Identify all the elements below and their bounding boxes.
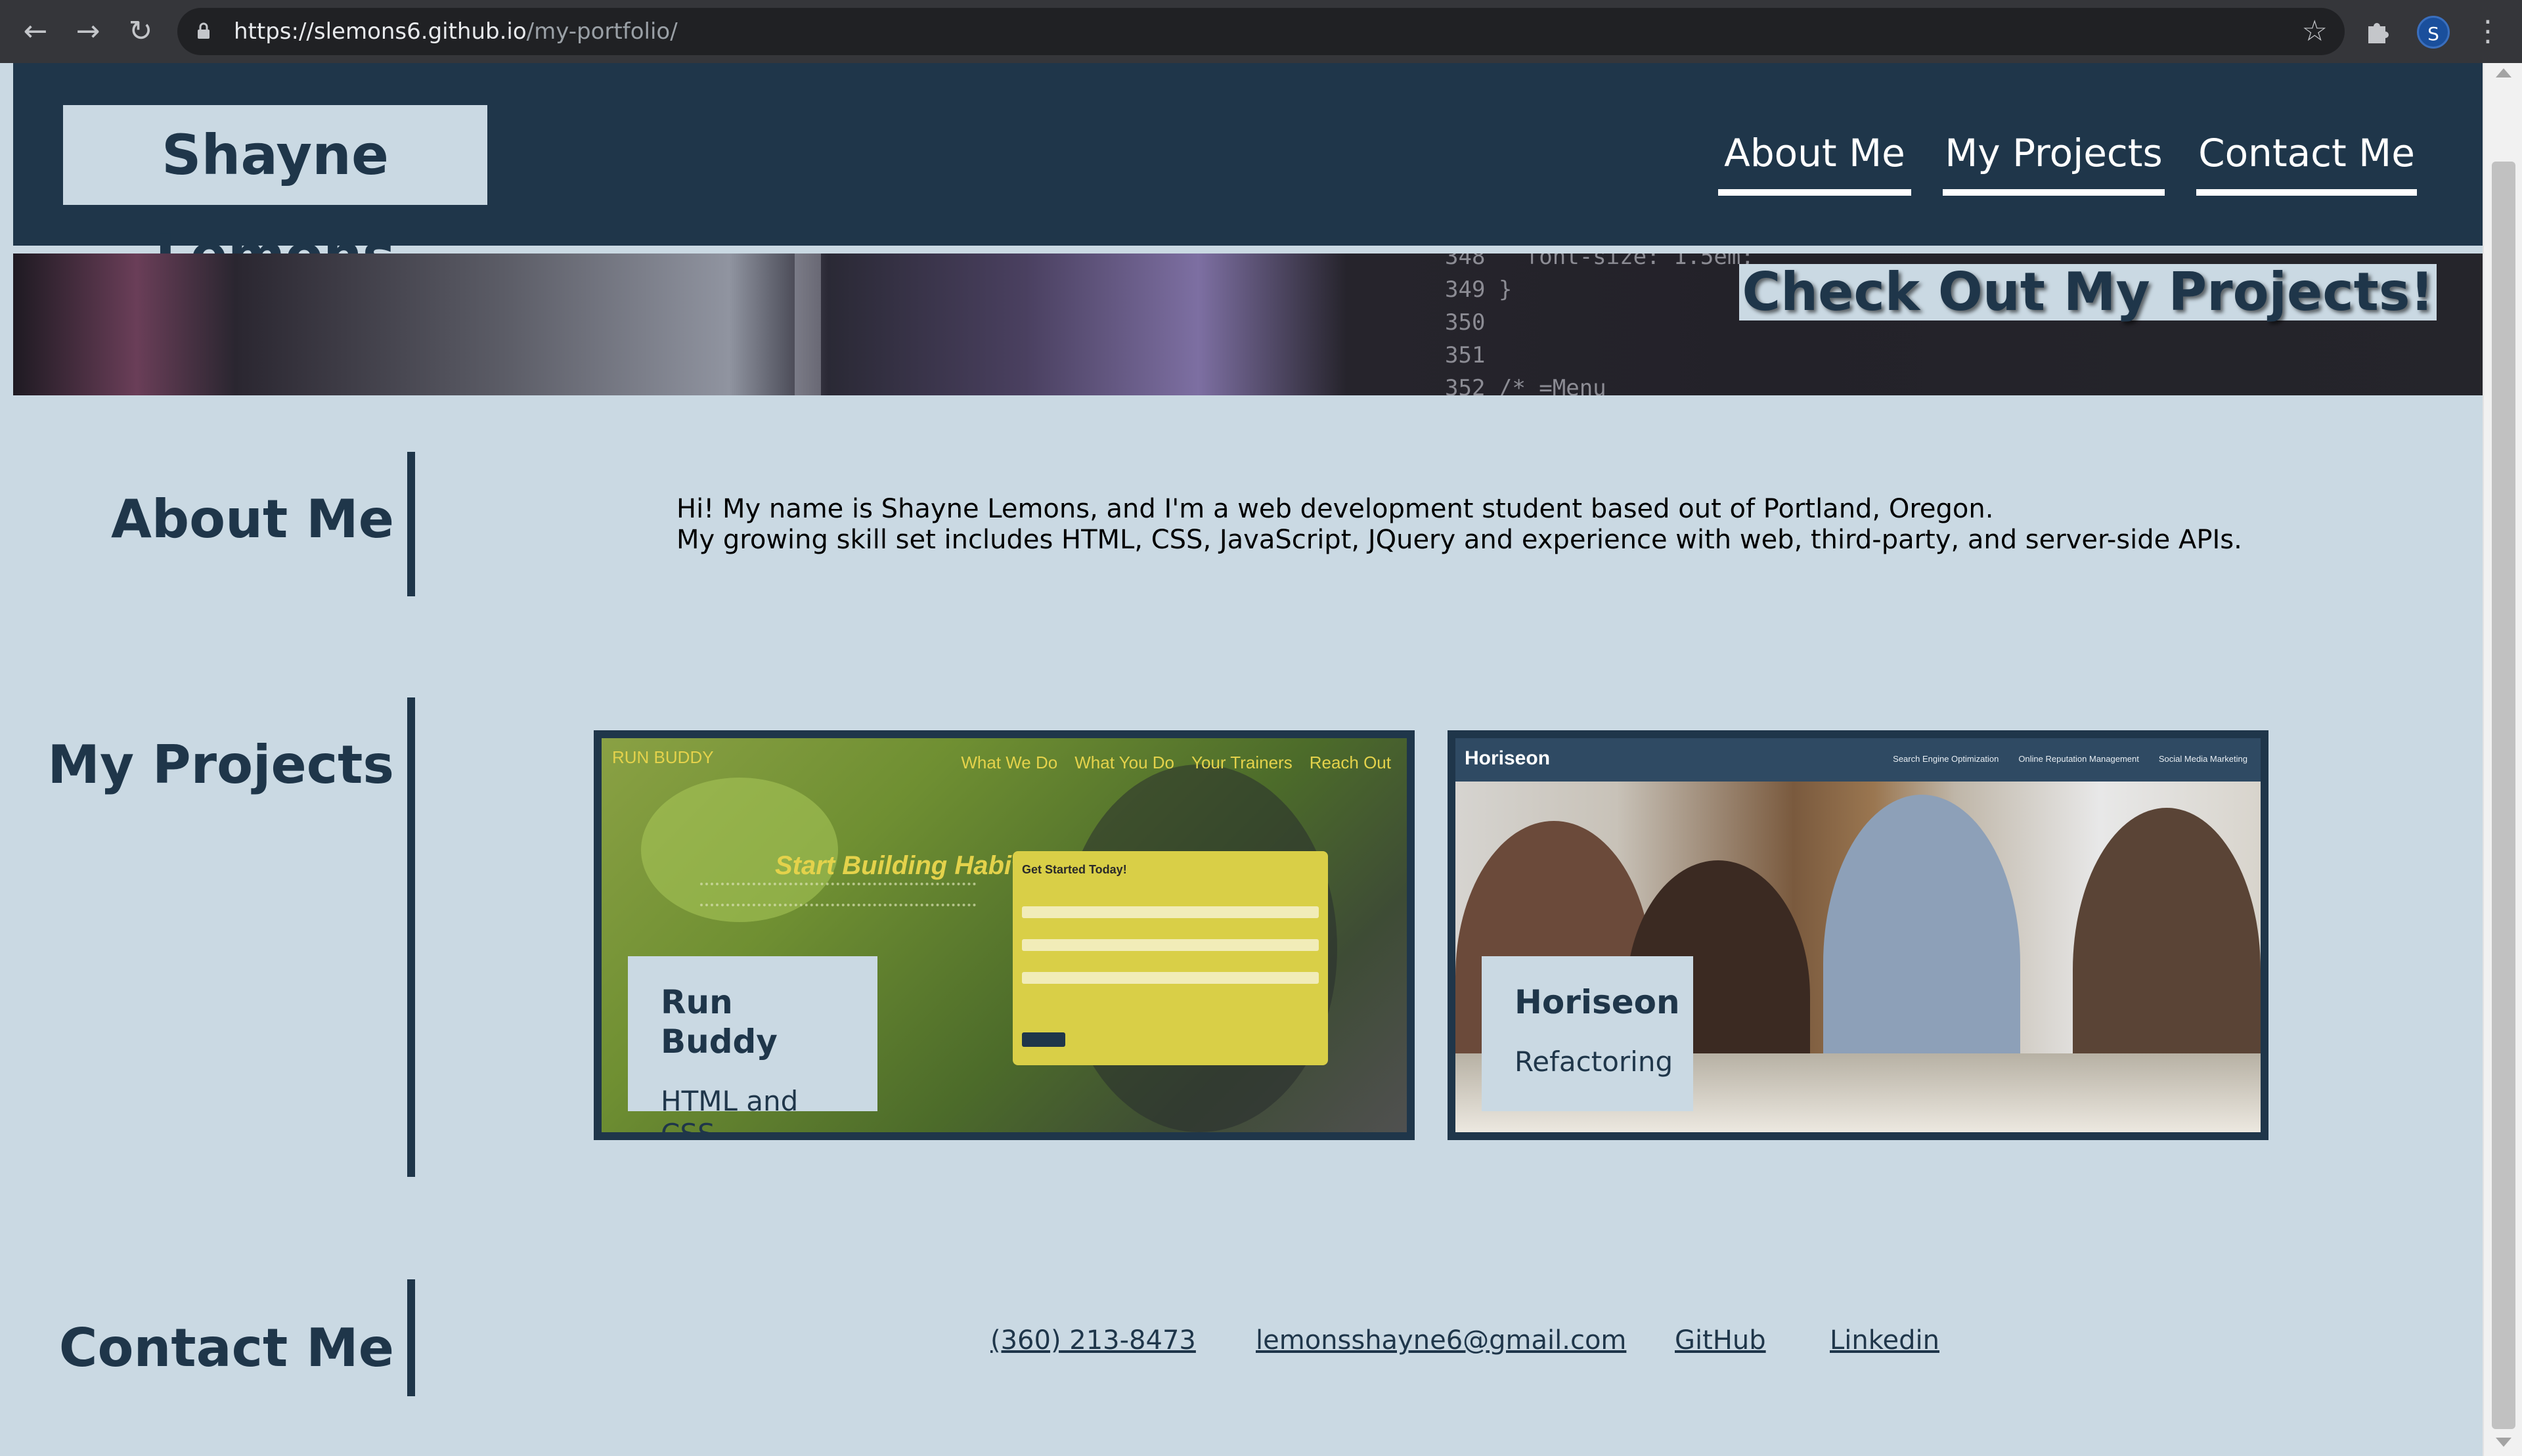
horiseon-logo: Horiseon: [1465, 747, 1551, 769]
extensions-puzzle-icon[interactable]: [2362, 14, 2396, 49]
hero-title: Check Out My Projects!: [1739, 264, 2437, 320]
contact-github-link[interactable]: GitHub: [1675, 1324, 1766, 1357]
nav-contact-me[interactable]: Contact Me: [2196, 123, 2417, 196]
project-name: Run Buddy: [661, 983, 778, 1061]
hero-banner: 348 font-size: 1.5em; 349 } 350 351 352 /* =…: [13, 254, 2483, 395]
project-card-horiseon[interactable]: Horiseon Search Engine Optimization Onlin…: [1448, 730, 2268, 1140]
about-line-2: My growing skill set includes HTML, CSS,…: [676, 525, 2242, 555]
url-text: https://slemons6.github.io/my-portfolio/: [234, 18, 678, 45]
run-buddy-headline: Start Building Habits: [775, 851, 1035, 880]
menu-dots-icon[interactable]: ⋮: [2473, 14, 2502, 49]
project-caption: Run Buddy HTML and CSS: [628, 956, 877, 1132]
contact-heading: Contact Me: [58, 1317, 394, 1379]
site-header: Shayne Lemons About Me My Projects Conta…: [13, 63, 2483, 287]
reload-icon[interactable]: ↻: [123, 14, 158, 49]
project-tech: HTML and CSS: [661, 1085, 799, 1132]
about-text: Hi! My name is Shayne Lemons, and I'm a …: [676, 494, 2242, 556]
nav-about-me[interactable]: About Me: [1718, 123, 1911, 196]
hero-background-highlight: [795, 254, 821, 395]
project-name: Horiseon: [1515, 983, 1680, 1021]
page-scrollbar[interactable]: [2483, 63, 2522, 1456]
run-buddy-subtext: [700, 883, 976, 906]
about-divider: [407, 452, 415, 596]
hero-code-snippet: 348 font-size: 1.5em; 349 } 350 351 352 /* =…: [1445, 254, 1754, 395]
about-line-1: Hi! My name is Shayne Lemons, and I'm a …: [676, 494, 1994, 524]
nav-my-projects[interactable]: My Projects: [1943, 123, 2165, 196]
contact-phone-link[interactable]: (360) 213-8473: [990, 1324, 1196, 1357]
project-card-run-buddy[interactable]: RUN BUDDY What We Do What You Do Your Trai…: [594, 730, 1415, 1140]
run-buddy-logo: RUN BUDDY: [612, 747, 714, 767]
about-heading: About Me: [110, 489, 394, 550]
scrollbar-thumb[interactable]: [2492, 162, 2515, 1429]
profile-avatar[interactable]: S: [2417, 16, 2450, 49]
contact-divider: [407, 1279, 415, 1396]
scroll-up-arrow-icon[interactable]: [2496, 68, 2511, 77]
contact-linkedin-link[interactable]: Linkedin: [1830, 1324, 1939, 1357]
run-buddy-signup-form: Get Started Today!: [1013, 851, 1328, 1065]
run-buddy-mock-nav: What We Do What You Do Your Trainers Reach …: [961, 753, 1391, 772]
address-bar[interactable]: https://slemons6.github.io/my-portfolio/…: [177, 8, 2345, 55]
scroll-down-arrow-icon[interactable]: [2496, 1438, 2511, 1447]
horiseon-mock-header: Horiseon Search Engine Optimization Onlin…: [1455, 738, 2261, 782]
project-tech: Refactoring: [1515, 1046, 1673, 1078]
lock-icon: [198, 22, 210, 39]
horiseon-screenshot: Horiseon Search Engine Optimization Onlin…: [1455, 738, 2261, 1132]
projects-heading: My Projects: [47, 734, 394, 795]
forward-arrow-icon[interactable]: →: [71, 14, 105, 49]
run-buddy-screenshot: RUN BUDDY What We Do What You Do Your Trai…: [602, 738, 1407, 1132]
projects-divider: [407, 697, 415, 1177]
horiseon-mock-nav: Search Engine Optimization Online Reputat…: [1893, 754, 2247, 764]
bookmark-star-icon[interactable]: ☆: [2302, 13, 2328, 50]
contact-email-link[interactable]: lemonsshayne6@gmail.com: [1256, 1324, 1626, 1357]
site-title: Shayne Lemons: [63, 105, 487, 287]
back-arrow-icon[interactable]: ←: [18, 14, 53, 49]
project-caption: Horiseon Refactoring: [1482, 956, 1693, 1111]
browser-toolbar: ← → ↻ https://slemons6.github.io/my-port…: [0, 0, 2522, 63]
portfolio-page: Shayne Lemons About Me My Projects Conta…: [13, 63, 2483, 1441]
